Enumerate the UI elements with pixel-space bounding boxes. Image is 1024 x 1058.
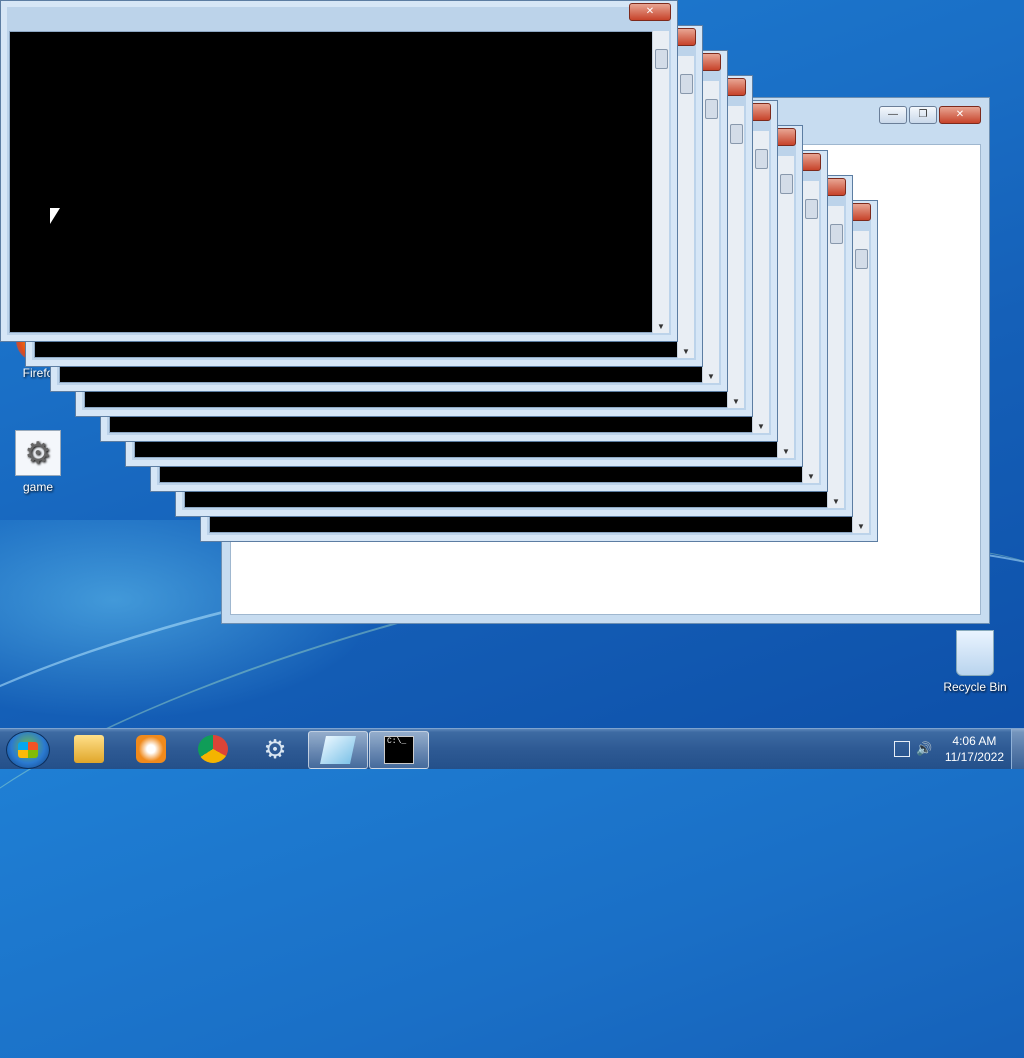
scrollbar[interactable]: ▼ [727,106,744,408]
taskbar-notepad[interactable] [308,731,368,769]
scroll-down-arrow-icon[interactable]: ▼ [757,422,765,431]
scroll-down-arrow-icon[interactable]: ▼ [832,497,840,506]
command-prompt-icon: C:\_ [384,736,414,764]
volume-icon[interactable]: 🔊 [916,741,932,757]
clock-date: 11/17/2022 [944,750,1004,764]
start-button[interactable] [6,731,50,769]
window-caption-buttons: ✕ [629,3,671,21]
scrollbar-thumb[interactable] [705,99,718,119]
scrollbar-thumb[interactable] [805,199,818,219]
gear-icon: ⚙ [15,430,61,476]
clock[interactable]: 4:06 AM 11/17/2022 [945,733,1004,765]
taskbar-game[interactable]: ⚙ [246,731,304,767]
scrollbar[interactable]: ▼ [827,206,844,508]
close-button[interactable]: ✕ [939,106,981,124]
scroll-down-arrow-icon[interactable]: ▼ [807,472,815,481]
close-button[interactable]: ✕ [629,3,671,21]
scrollbar-thumb[interactable] [855,249,868,269]
scrollbar[interactable]: ▼ [702,81,719,383]
scrollbar[interactable]: ▼ [652,31,669,333]
scrollbar-thumb[interactable] [680,74,693,94]
scrollbar-thumb[interactable] [730,124,743,144]
desktop-icon-game[interactable]: ⚙ game [2,430,74,494]
scrollbar-thumb[interactable] [755,149,768,169]
taskbar-command-prompt[interactable]: C:\_ [369,731,429,769]
folder-icon [74,735,104,763]
console-window-front[interactable]: ▼ ✕ [0,0,678,342]
desktop-icon-recycle-bin[interactable]: Recycle Bin [939,630,1011,694]
window-caption-buttons: — ❐ ✕ [879,106,981,124]
system-tray: 🔊 4:06 AM 11/17/2022 [884,729,1024,769]
scroll-down-arrow-icon[interactable]: ▼ [682,347,690,356]
taskbar-media-player[interactable] [122,731,180,767]
minimize-button[interactable]: — [879,106,907,124]
chrome-icon [198,735,228,763]
console-output-area[interactable] [9,31,669,333]
scrollbar[interactable]: ▼ [802,181,819,483]
recycle-bin-icon [956,630,994,676]
show-desktop-button[interactable] [1011,729,1024,769]
desktop-icon-label: Recycle Bin [943,680,1007,694]
scroll-down-arrow-icon[interactable]: ▼ [707,372,715,381]
scrollbar[interactable]: ▼ [852,231,869,533]
scrollbar-thumb[interactable] [655,49,668,69]
gear-icon: ⚙ [263,734,287,764]
media-player-icon [136,735,166,763]
maximize-button[interactable]: ❐ [909,106,937,124]
scrollbar[interactable]: ▼ [752,131,769,433]
desktop-icon-label: game [22,480,54,494]
scroll-down-arrow-icon[interactable]: ▼ [857,522,865,531]
scrollbar[interactable]: ▼ [777,156,794,458]
scroll-down-arrow-icon[interactable]: ▼ [657,322,665,331]
network-icon[interactable] [894,741,910,757]
scrollbar-thumb[interactable] [830,224,843,244]
taskbar-chrome[interactable] [184,731,242,767]
scroll-down-arrow-icon[interactable]: ▼ [732,397,740,406]
scroll-down-arrow-icon[interactable]: ▼ [782,447,790,456]
notepad-icon [320,736,356,764]
taskbar: ⚙ C:\_ 🔊 4:06 AM 11/17/2022 [0,728,1024,769]
mouse-cursor-icon [50,208,60,224]
scrollbar-thumb[interactable] [780,174,793,194]
clock-time: 4:06 AM [952,734,997,748]
taskbar-explorer[interactable] [60,731,118,767]
scrollbar[interactable]: ▼ [677,56,694,358]
